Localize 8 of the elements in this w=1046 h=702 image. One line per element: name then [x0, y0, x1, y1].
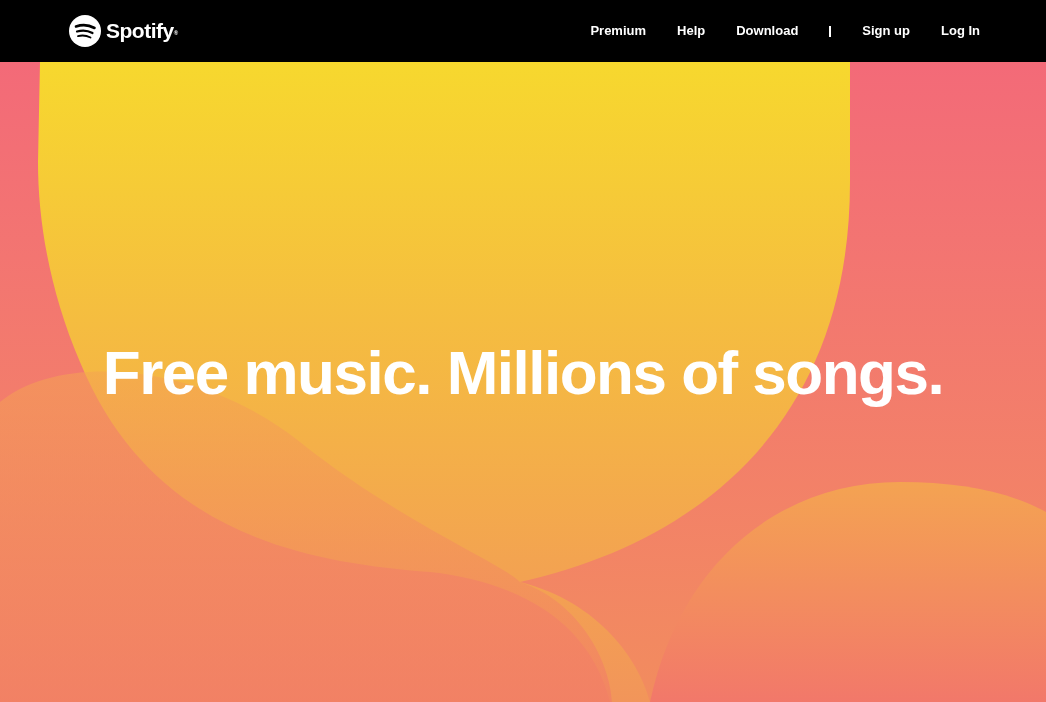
hero-headline: Free music. Millions of songs.: [102, 336, 944, 409]
nav-link[interactable]: Help: [677, 21, 706, 41]
logo-icon: [69, 15, 101, 47]
logo-wordmark[interactable]: Spotify$^{®}$: [106, 15, 178, 47]
nav-link[interactable]: Download: [736, 21, 799, 41]
nav-link[interactable]: Log In: [941, 21, 980, 41]
nav-link[interactable]: Premium: [590, 21, 647, 41]
nav-link[interactable]: Sign up: [862, 21, 910, 41]
